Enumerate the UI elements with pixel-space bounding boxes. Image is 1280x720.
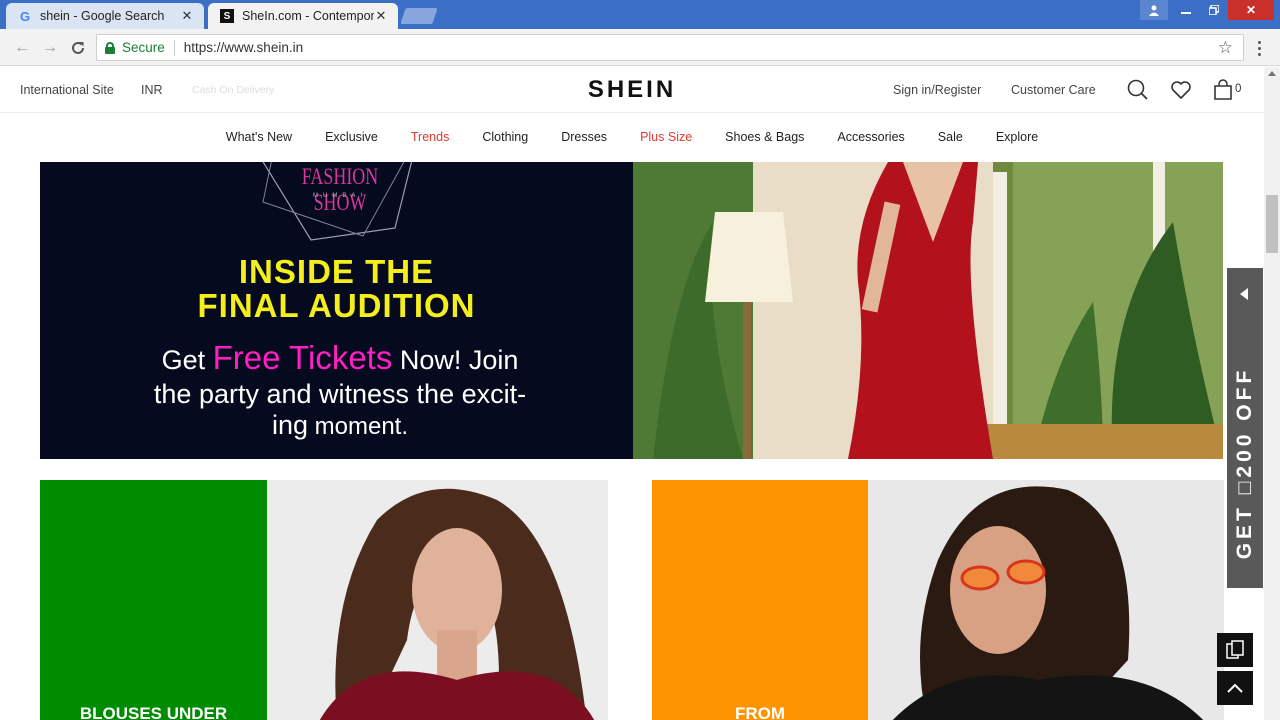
back-arrow-icon[interactable]: ← bbox=[12, 38, 32, 58]
wishlist-heart-icon[interactable] bbox=[1170, 79, 1192, 101]
scroll-thumb[interactable] bbox=[1266, 195, 1278, 253]
from-price-tile[interactable]: FROM bbox=[652, 480, 1224, 720]
customer-care-link[interactable]: Customer Care bbox=[1011, 83, 1096, 97]
forward-arrow-icon[interactable]: → bbox=[40, 38, 60, 58]
nav-exclusive[interactable]: Exclusive bbox=[325, 130, 378, 144]
page-viewport: International Site INR Cash On Delivery … bbox=[0, 67, 1264, 720]
shein-logo[interactable]: SHEIN bbox=[588, 76, 676, 103]
promo-now: Now! Join bbox=[399, 345, 519, 375]
bookmark-star-icon[interactable]: ☆ bbox=[1218, 38, 1233, 58]
url-input[interactable]: Secure https://www.shein.in ☆ bbox=[96, 34, 1244, 61]
close-tab-icon[interactable]: ✕ bbox=[374, 8, 388, 24]
nav-shoes-bags[interactable]: Shoes & Bags bbox=[725, 130, 804, 144]
banner-promo-line-2: the party and witness the excit- bbox=[153, 379, 527, 409]
url-text: https://www.shein.in bbox=[183, 40, 304, 55]
category-nav: What's New Exclusive Trends Clothing Dre… bbox=[0, 113, 1264, 161]
nav-accessories[interactable]: Accessories bbox=[837, 130, 904, 144]
nav-dresses[interactable]: Dresses bbox=[561, 130, 607, 144]
sign-in-link[interactable]: Sign in/Register bbox=[893, 83, 981, 97]
copy-icon bbox=[1226, 640, 1244, 659]
site-header: International Site INR Cash On Delivery … bbox=[0, 67, 1264, 113]
banner-photo-image bbox=[633, 162, 1223, 459]
promo-get: Get bbox=[161, 345, 206, 375]
reload-icon[interactable] bbox=[68, 38, 88, 58]
secure-label: Secure bbox=[122, 40, 165, 55]
lock-icon bbox=[105, 41, 115, 54]
banner-promo-line-1: Get Free Tickets Now! Join bbox=[100, 340, 580, 378]
tab-google-search[interactable]: G shein - Google Search ✕ bbox=[6, 3, 204, 29]
promo-free-tickets: Free Tickets bbox=[212, 339, 393, 376]
currency-selector[interactable]: INR bbox=[141, 83, 163, 97]
google-favicon-icon: G bbox=[19, 8, 31, 24]
nav-explore[interactable]: Explore bbox=[996, 130, 1038, 144]
international-site-link[interactable]: International Site bbox=[20, 83, 114, 97]
get-off-label: GET □200 OFF bbox=[1233, 366, 1256, 560]
cod-label: Cash On Delivery bbox=[192, 84, 275, 96]
nav-whats-new[interactable]: What's New bbox=[226, 130, 292, 144]
search-icon[interactable] bbox=[1127, 79, 1149, 101]
banner-model-photo[interactable] bbox=[633, 162, 1223, 459]
shopping-bag-icon[interactable] bbox=[1213, 79, 1235, 101]
shein-favicon-icon: S bbox=[220, 9, 234, 23]
browser-tab-strip: G shein - Google Search ✕ S SheIn.com - … bbox=[0, 0, 1280, 29]
model-photo-image bbox=[868, 480, 1224, 720]
browser-menu-icon[interactable] bbox=[1252, 38, 1266, 58]
collapse-arrow-icon[interactable] bbox=[1240, 288, 1248, 300]
nav-trends[interactable]: Trends bbox=[411, 130, 449, 144]
fashion-show-city: MUMBAI bbox=[313, 193, 367, 199]
window-controls: ✕ bbox=[1140, 0, 1274, 20]
tab-title: shein - Google Search bbox=[40, 9, 165, 23]
page-scrollbar[interactable] bbox=[1264, 67, 1280, 720]
fashion-show-banner[interactable]: FASHION SHOW MUMBAI INSIDE THE FINAL AUD… bbox=[40, 162, 633, 459]
close-tab-icon[interactable]: ✕ bbox=[180, 8, 194, 24]
user-profile-icon[interactable] bbox=[1140, 0, 1168, 20]
close-window-icon[interactable]: ✕ bbox=[1228, 0, 1274, 20]
tab-shein[interactable]: S SheIn.com - Contempora ✕ bbox=[208, 3, 398, 29]
banner-headline-2: FINAL AUDITION bbox=[197, 287, 476, 324]
nav-plus-size[interactable]: Plus Size bbox=[640, 130, 692, 144]
tile-color-block bbox=[40, 480, 267, 720]
blouses-tile[interactable]: BLOUSES UNDER bbox=[40, 480, 608, 720]
compare-button[interactable] bbox=[1217, 633, 1253, 667]
bag-count: 0 bbox=[1235, 83, 1242, 95]
model-photo-image bbox=[267, 480, 608, 720]
new-tab-button[interactable] bbox=[400, 8, 438, 24]
tile-label: BLOUSES UNDER bbox=[79, 704, 228, 720]
scroll-up-arrow-icon[interactable] bbox=[1268, 71, 1276, 76]
tile-color-block bbox=[652, 480, 868, 720]
back-to-top-button[interactable] bbox=[1217, 671, 1253, 705]
tile-label: FROM bbox=[734, 704, 786, 720]
promo-ing: ing bbox=[271, 410, 308, 440]
banner-headline-1: INSIDE THE bbox=[238, 253, 435, 290]
nav-sale[interactable]: Sale bbox=[938, 130, 963, 144]
minimize-icon[interactable] bbox=[1172, 0, 1200, 20]
tab-title: SheIn.com - Contempora bbox=[242, 9, 374, 23]
nav-clothing[interactable]: Clothing bbox=[482, 130, 528, 144]
promo-moment: moment. bbox=[314, 413, 409, 440]
address-bar: ← → Secure https://www.shein.in ☆ bbox=[0, 29, 1280, 66]
divider bbox=[173, 39, 175, 56]
fashion-show-title: FASHION SHOW bbox=[301, 164, 379, 215]
chevron-up-icon bbox=[1227, 683, 1243, 693]
banner-promo-line-3: ing moment. bbox=[100, 409, 580, 443]
get-off-promo-tab[interactable]: GET □200 OFF bbox=[1227, 268, 1263, 588]
restore-icon[interactable] bbox=[1200, 0, 1228, 20]
